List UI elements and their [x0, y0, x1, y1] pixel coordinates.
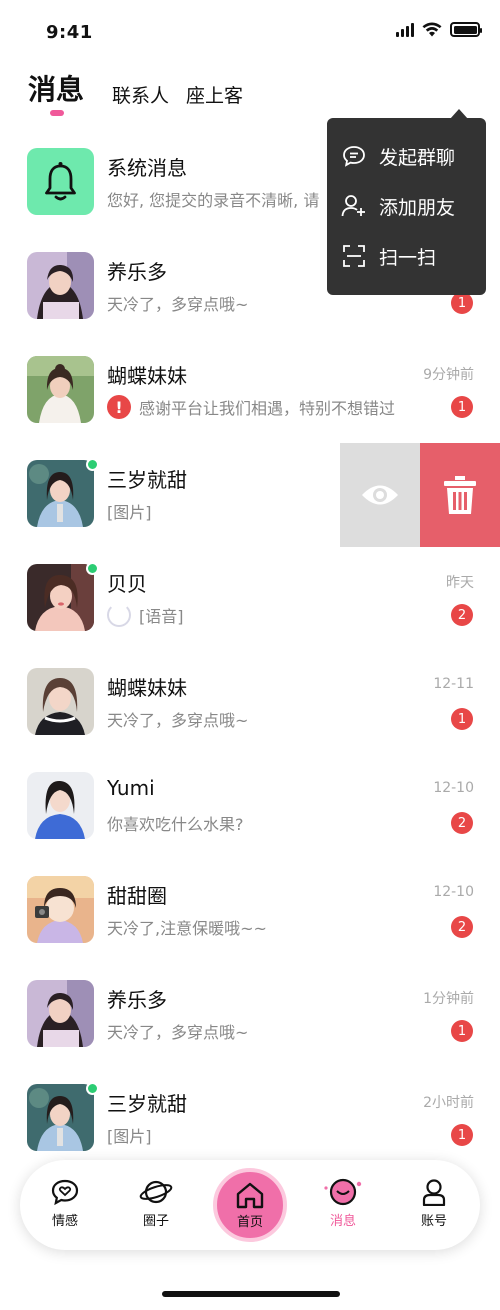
system-bell-avatar: [27, 148, 94, 215]
tab-contacts[interactable]: 联系人: [112, 81, 169, 108]
list-item[interactable]: 蝴蝶妹妹 ! 感谢平台让我们相遇，特别不想错过 9分钟前 1: [0, 338, 500, 442]
avatar: [27, 252, 94, 319]
nav-account[interactable]: 账号: [399, 1178, 469, 1229]
unread-badge: 1: [451, 1020, 473, 1042]
wifi-icon: [422, 22, 442, 37]
avatar: [27, 1084, 94, 1151]
contact-name: 养乐多: [107, 988, 167, 1012]
status-bar: 9:41: [0, 0, 500, 64]
nav-label: 账号: [420, 1214, 447, 1229]
nav-emotion[interactable]: 情感: [30, 1178, 100, 1229]
trash-icon: [444, 476, 476, 514]
popup-menu: 发起群聊 添加朋友 扫一扫: [327, 109, 486, 295]
message-time: 2小时前: [423, 1095, 474, 1111]
scan-icon: [343, 245, 365, 267]
contact-name: 甜甜圈: [107, 884, 167, 908]
message-time: 1分钟前: [423, 991, 474, 1007]
planet-icon: [139, 1180, 173, 1204]
chat-bubble-icon: [343, 146, 365, 167]
message-preview: 天冷了，多穿点哦~: [107, 711, 249, 730]
nav-label: 情感: [51, 1214, 78, 1229]
unread-badge: 1: [451, 396, 473, 418]
nav-messages[interactable]: 消息: [308, 1178, 378, 1229]
unread-badge: 2: [451, 604, 473, 626]
active-tab-indicator: [50, 110, 64, 116]
avatar: [27, 564, 94, 631]
nav-circle[interactable]: 圈子: [121, 1178, 191, 1229]
message-preview: ! 感谢平台让我们相遇，特别不想错过: [107, 395, 395, 419]
message-preview: [图片]: [107, 1127, 152, 1146]
tab-messages[interactable]: 消息: [28, 68, 84, 108]
heart-chat-icon: [51, 1179, 79, 1206]
list-item[interactable]: Yumi 你喜欢吃什么水果? 12-10 2: [0, 754, 500, 858]
online-indicator: [86, 458, 99, 471]
home-indicator: [162, 1291, 340, 1297]
avatar: [27, 356, 94, 423]
delete-button[interactable]: [420, 443, 500, 547]
contact-name: 蝴蝶妹妹: [107, 676, 187, 700]
status-time: 9:41: [46, 22, 93, 43]
mark-read-button[interactable]: [340, 443, 420, 547]
message-time: 12-10: [433, 780, 474, 796]
menu-item-label: 发起群聊: [379, 146, 456, 169]
contact-name: Yumi: [107, 776, 155, 800]
message-preview: 您好, 您提交的录音不清晰, 请: [107, 191, 320, 210]
message-time: 9分钟前: [423, 367, 474, 383]
avatar: [27, 980, 94, 1047]
battery-icon: [450, 22, 482, 37]
avatar: [27, 772, 94, 839]
unread-badge: 2: [451, 916, 473, 938]
menu-item-label: 扫一扫: [379, 246, 437, 269]
unread-badge: 1: [451, 708, 473, 730]
list-item[interactable]: 养乐多 天冷了，多穿点哦~ 1分钟前 1: [0, 962, 500, 1066]
message-time: 12-11: [433, 676, 474, 692]
unread-badge: 1: [451, 1124, 473, 1146]
message-icon: [324, 1178, 362, 1206]
scan-menu-item[interactable]: 扫一扫: [327, 231, 486, 281]
unread-badge: 2: [451, 812, 473, 834]
message-preview: [图片]: [107, 503, 152, 522]
list-item[interactable]: 贝贝 [语音] 昨天 2: [0, 546, 500, 650]
message-preview: 天冷了,注意保暖哦~~: [107, 919, 267, 938]
bell-icon: [45, 162, 76, 201]
message-time: 12-10: [433, 884, 474, 900]
signal-icon: [396, 22, 414, 37]
list-item[interactable]: 甜甜圈 天冷了,注意保暖哦~~ 12-10 2: [0, 858, 500, 962]
nav-label: 圈子: [142, 1214, 169, 1229]
menu-item-label: 添加朋友: [379, 196, 456, 219]
online-indicator: [86, 1082, 99, 1095]
list-item[interactable]: 三岁就甜 [图片] 2小时前 1: [0, 1066, 500, 1170]
message-preview: [语音]: [107, 603, 184, 627]
list-item[interactable]: 蝴蝶妹妹 天冷了，多穿点哦~ 12-11 1: [0, 650, 500, 754]
contact-name: 养乐多: [107, 260, 167, 284]
contact-name: 三岁就甜: [107, 468, 187, 492]
nav-label: 消息: [329, 1214, 356, 1229]
warning-icon: !: [107, 395, 131, 419]
start-group-chat-menu-item[interactable]: 发起群聊: [327, 131, 486, 181]
message-time: 昨天: [446, 575, 474, 591]
add-friend-menu-item[interactable]: 添加朋友: [327, 181, 486, 231]
message-preview: 天冷了，多穿点哦~: [107, 1023, 249, 1042]
tab-guests[interactable]: 座上客: [186, 81, 243, 108]
add-user-icon: [341, 195, 365, 217]
contact-name: 系统消息: [107, 156, 187, 180]
voice-loading-icon: [107, 603, 131, 627]
nav-home[interactable]: 首页: [213, 1168, 287, 1242]
eye-icon: [362, 485, 398, 505]
unread-badge: 1: [451, 292, 473, 314]
nav-label: 首页: [236, 1214, 263, 1230]
contact-name: 蝴蝶妹妹: [107, 364, 187, 388]
avatar: [27, 460, 94, 527]
message-preview: 天冷了，多穿点哦~: [107, 295, 249, 314]
home-icon: [236, 1182, 264, 1208]
message-preview: 你喜欢吃什么水果?: [107, 815, 244, 834]
avatar: [27, 668, 94, 735]
contact-name: 三岁就甜: [107, 1092, 187, 1116]
bottom-nav: 情感 圈子 首页 消息 账号: [20, 1160, 480, 1250]
online-indicator: [86, 562, 99, 575]
contact-name: 贝贝: [107, 572, 147, 596]
user-icon: [422, 1179, 446, 1206]
avatar: [27, 876, 94, 943]
